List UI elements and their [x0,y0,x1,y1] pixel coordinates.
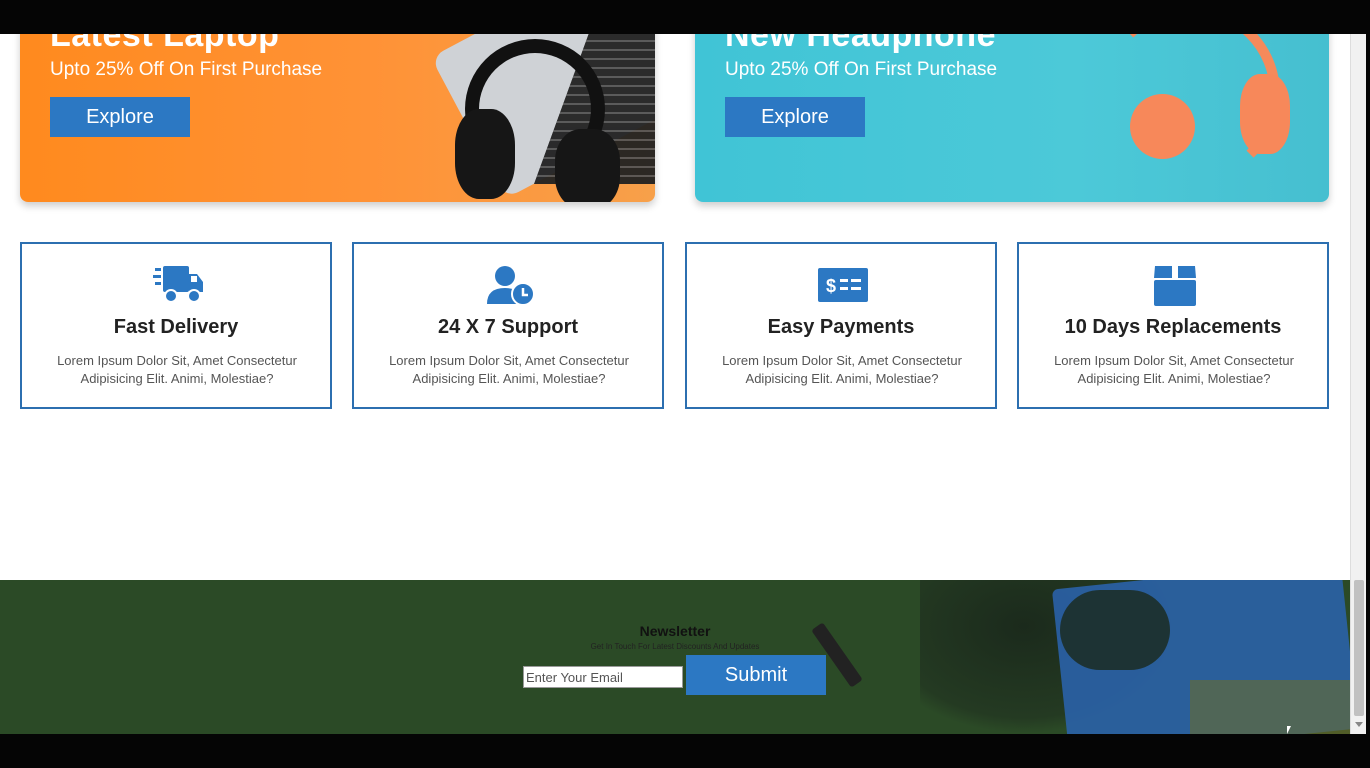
delivery-truck-icon [153,266,203,303]
background-image [1190,680,1350,734]
letterbox-right [1366,34,1370,734]
vertical-scrollbar[interactable] [1350,34,1366,734]
feature-description: Lorem Ipsum Dolor Sit, Amet Consectetur … [1054,353,1294,386]
feature-description: Lorem Ipsum Dolor Sit, Amet Consectetur … [57,353,297,386]
feature-title: 10 Days Replacements [1064,316,1282,338]
laptop-banner: Latest Laptop Upto 25% Off On First Purc… [20,34,655,202]
submit-button[interactable]: Submit [686,655,826,695]
banner-title: New Headphone [725,34,996,54]
email-input[interactable] [523,666,683,688]
newsletter-section: Newsletter Get In Touch For Latest Disco… [0,580,1350,734]
newsletter-subtitle: Get In Touch For Latest Discounts And Up… [590,642,760,651]
laptop-image [415,34,655,202]
money-check-icon: $ [818,268,868,302]
feature-title: Fast Delivery [113,316,239,338]
box-icon [1154,266,1196,306]
newsletter-title: Newsletter [639,623,711,639]
feature-card-payments: $ Easy Payments Lorem Ipsum Dolor Sit, A… [685,242,997,409]
feature-description: Lorem Ipsum Dolor Sit, Amet Consectetur … [722,353,962,386]
headphone-image [1090,34,1320,202]
background-image [1060,590,1170,670]
explore-headphone-button[interactable]: Explore [725,97,865,137]
headphone-image [455,39,625,202]
headphone-banner: New Headphone Upto 25% Off On First Purc… [695,34,1329,202]
user-clock-icon [487,266,535,306]
page-viewport: Latest Laptop Upto 25% Off On First Purc… [0,34,1350,734]
mouse-cursor-icon [1287,726,1291,734]
feature-card-delivery: Fast Delivery Lorem Ipsum Dolor Sit, Ame… [20,242,332,409]
svg-text:$: $ [826,276,836,296]
feature-title: Easy Payments [767,316,915,338]
feature-card-replacements: 10 Days Replacements Lorem Ipsum Dolor S… [1017,242,1329,409]
banner-subtitle: Upto 25% Off On First Purchase [725,59,998,80]
banner-subtitle: Upto 25% Off On First Purchase [50,59,323,80]
letterbox-top [0,0,1370,34]
feature-title: 24 X 7 Support [437,316,579,338]
feature-description: Lorem Ipsum Dolor Sit, Amet Consectetur … [389,353,629,386]
scrollbar-thumb[interactable] [1354,580,1364,716]
letterbox-bottom [0,734,1370,768]
banner-title: Latest Laptop [50,34,280,54]
scroll-down-arrow-icon[interactable] [1355,722,1363,727]
feature-card-support: 24 X 7 Support Lorem Ipsum Dolor Sit, Am… [352,242,664,409]
explore-laptop-button[interactable]: Explore [50,97,190,137]
